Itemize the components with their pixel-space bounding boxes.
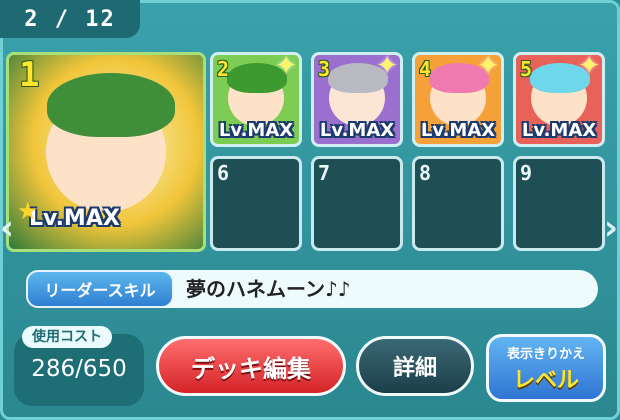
slot-number: 2 [217, 57, 230, 81]
level-label: Lv.MAX [420, 120, 496, 141]
sparkle-icon: ✦ [578, 52, 600, 81]
leader-slot[interactable]: 1 Lv.MAX ★ [6, 52, 206, 252]
level-label: Lv.MAX [218, 120, 294, 141]
chevron-right-icon[interactable]: › [604, 205, 618, 251]
slot-number: 6 [217, 161, 230, 185]
slot-number: 3 [318, 57, 331, 81]
cost-label: 使用コスト [22, 326, 112, 348]
empty-slot-6[interactable]: 6 [210, 156, 302, 251]
slot-number: 9 [520, 161, 533, 185]
empty-slot-9[interactable]: 9 [513, 156, 605, 251]
character-hair [47, 73, 175, 137]
empty-slot-7[interactable]: 7 [311, 156, 403, 251]
leader-skill-button[interactable]: リーダースキル [26, 270, 174, 308]
leader-skill-name: 夢のハネムーン♪♪ [186, 277, 351, 301]
page-indicator: 2 / 12 [0, 0, 140, 38]
chevron-left-icon[interactable]: ‹ [0, 205, 14, 251]
level-label: Lv.MAX [521, 120, 597, 141]
slot-number: 4 [419, 57, 432, 81]
cost-value: 286/650 [31, 356, 127, 382]
leader-skill-row: リーダースキル 夢のハネムーン♪♪ [26, 270, 598, 308]
star-icon: ★ [17, 197, 39, 225]
sparkle-icon: ✦ [275, 52, 297, 81]
member-slot-4[interactable]: 4 ✦ Lv.MAX [412, 52, 504, 147]
empty-slot-8[interactable]: 8 [412, 156, 504, 251]
slot-number: 7 [318, 161, 331, 185]
slot-number: 1 [19, 55, 40, 95]
deck-edit-button[interactable]: デッキ編集 [156, 336, 346, 396]
member-slot-5[interactable]: 5 ✦ Lv.MAX [513, 52, 605, 147]
sparkle-icon: ✦ [376, 52, 398, 81]
details-button[interactable]: 詳細 [356, 336, 474, 396]
sparkle-icon: ✦ [477, 52, 499, 81]
slot-number: 8 [419, 161, 432, 185]
slot-number: 5 [520, 57, 533, 81]
member-slot-3[interactable]: 3 ✦ Lv.MAX [311, 52, 403, 147]
toggle-caption: 表示きりかえ [506, 346, 585, 362]
toggle-mode-label: レベル [512, 367, 579, 393]
level-label: Lv.MAX [29, 206, 120, 231]
member-slot-2[interactable]: 2 ✦ Lv.MAX [210, 52, 302, 147]
level-label: Lv.MAX [319, 120, 395, 141]
display-toggle-button[interactable]: 表示きりかえ レベル [486, 334, 606, 402]
